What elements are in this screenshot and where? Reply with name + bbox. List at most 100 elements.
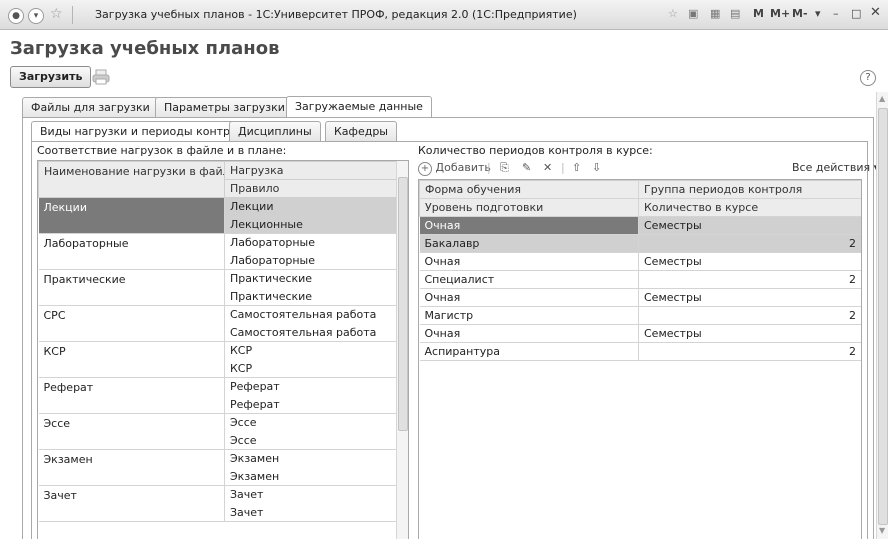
row-name[interactable]: Эссе bbox=[38, 413, 225, 450]
left-scrollbar[interactable] bbox=[396, 161, 408, 539]
table-row[interactable]: Очная Семестры bbox=[419, 216, 861, 235]
window-scroll-thumb[interactable] bbox=[878, 108, 888, 525]
tab-loaded-data[interactable]: Загружаемые данные bbox=[286, 96, 432, 117]
tab-disciplines[interactable]: Дисциплины bbox=[229, 121, 321, 141]
row-load[interactable]: Лабораторные bbox=[224, 233, 397, 252]
row-name[interactable]: Практические bbox=[38, 269, 225, 306]
row-count[interactable]: 2 bbox=[638, 270, 861, 289]
row-load[interactable]: Зачет bbox=[224, 485, 397, 504]
row-rule[interactable]: Эссе bbox=[224, 431, 397, 450]
row-group[interactable]: Семестры bbox=[638, 324, 861, 343]
table-row[interactable]: Лекции Лекции bbox=[38, 197, 397, 234]
row-rule[interactable]: КСР bbox=[224, 359, 397, 378]
row-load[interactable]: Лекции bbox=[224, 197, 397, 216]
load-button[interactable]: Загрузить bbox=[10, 66, 92, 88]
maximize-icon[interactable]: □ bbox=[851, 7, 861, 20]
nav-dropdown-icon[interactable]: ▾ bbox=[28, 8, 44, 24]
add-button[interactable]: + Добавить bbox=[418, 161, 491, 176]
header-rule[interactable]: Правило bbox=[224, 179, 397, 198]
header-period-group[interactable]: Группа периодов контроля bbox=[638, 180, 861, 199]
header-load[interactable]: Нагрузка bbox=[224, 161, 397, 180]
row-count[interactable]: 2 bbox=[638, 342, 861, 361]
window-scrollbar[interactable]: ▲ ▼ bbox=[876, 92, 888, 539]
move-up-icon[interactable]: ⇧ bbox=[572, 161, 581, 174]
row-name[interactable]: Реферат bbox=[38, 377, 225, 414]
row-group[interactable]: Семестры bbox=[638, 288, 861, 307]
row-rule[interactable]: Экзамен bbox=[224, 467, 397, 486]
row-level[interactable]: Магистр bbox=[419, 306, 639, 325]
table-row[interactable]: СРС Самостоятельная работа bbox=[38, 305, 397, 342]
table-row[interactable]: Реферат Реферат bbox=[38, 377, 397, 414]
table-row[interactable]: Очная Семестры bbox=[419, 252, 861, 271]
row-load[interactable]: Экзамен bbox=[224, 449, 397, 468]
table-row[interactable]: Очная Семестры bbox=[419, 324, 861, 343]
row-group[interactable]: Семестры bbox=[638, 252, 861, 271]
row-level[interactable]: Бакалавр bbox=[419, 234, 639, 253]
row-rule[interactable]: Лекционные bbox=[224, 215, 397, 234]
row-rule[interactable]: Практические bbox=[224, 287, 397, 306]
table-row[interactable]: Лабораторные Лабораторные bbox=[38, 233, 397, 270]
table-row[interactable]: Магистр 2 bbox=[419, 306, 861, 325]
move-down-icon[interactable]: ⇩ bbox=[592, 161, 601, 174]
row-count[interactable]: 2 bbox=[638, 234, 861, 253]
delete-icon[interactable]: ✕ bbox=[543, 161, 552, 174]
dropdown-icon[interactable]: ▾ bbox=[815, 7, 821, 20]
row-name[interactable]: Экзамен bbox=[38, 449, 225, 486]
row-form[interactable]: Очная bbox=[419, 252, 639, 271]
table-row[interactable]: Очная Семестры bbox=[419, 288, 861, 307]
row-form[interactable]: Очная bbox=[419, 216, 639, 235]
table-row[interactable]: Аспирантура 2 bbox=[419, 342, 861, 361]
row-load[interactable]: Самостоятельная работа bbox=[224, 305, 397, 324]
print-icon[interactable] bbox=[92, 69, 110, 85]
edit-icon[interactable]: ✎ bbox=[522, 161, 531, 174]
copy-icon[interactable]: ⎘ bbox=[500, 161, 509, 175]
memory-minus-button[interactable]: M- bbox=[792, 7, 808, 20]
favorite-star-icon[interactable]: ☆ bbox=[50, 6, 63, 22]
tab-parameters[interactable]: Параметры загрузки bbox=[155, 97, 294, 117]
row-name[interactable]: КСР bbox=[38, 341, 225, 378]
close-icon[interactable]: ✕ bbox=[870, 5, 881, 20]
row-name[interactable]: Лабораторные bbox=[38, 233, 225, 270]
row-load[interactable]: Реферат bbox=[224, 377, 397, 396]
row-level[interactable]: Аспирантура bbox=[419, 342, 639, 361]
row-rule[interactable]: Реферат bbox=[224, 395, 397, 414]
table-row[interactable]: Специалист 2 bbox=[419, 270, 861, 289]
app-menu-icon[interactable]: ● bbox=[8, 8, 24, 24]
scroll-down-icon[interactable]: ▼ bbox=[879, 526, 885, 535]
scroll-up-icon[interactable]: ▲ bbox=[879, 94, 885, 103]
calendar-icon[interactable]: ▤ bbox=[730, 7, 740, 20]
row-form[interactable]: Очная bbox=[419, 288, 639, 307]
header-study-form[interactable]: Форма обучения bbox=[419, 180, 639, 199]
help-icon[interactable]: ? bbox=[860, 70, 876, 86]
left-scroll-thumb[interactable] bbox=[398, 177, 408, 431]
minimize-icon[interactable]: – bbox=[833, 7, 839, 20]
row-name[interactable]: Лекции bbox=[38, 197, 225, 234]
table-row[interactable]: Эссе Эссе bbox=[38, 413, 397, 450]
tab-files[interactable]: Файлы для загрузки bbox=[22, 97, 159, 117]
row-form[interactable]: Очная bbox=[419, 324, 639, 343]
row-rule[interactable]: Самостоятельная работа bbox=[224, 323, 397, 342]
header-file-load-name[interactable]: Наименование нагрузки в файле bbox=[38, 161, 225, 198]
bookmark-icon[interactable]: ▣ bbox=[688, 7, 698, 20]
row-level[interactable]: Специалист bbox=[419, 270, 639, 289]
table-row[interactable]: Практические Практические bbox=[38, 269, 397, 306]
memory-plus-button[interactable]: M+ bbox=[770, 7, 790, 20]
row-count[interactable]: 2 bbox=[638, 306, 861, 325]
row-name[interactable]: СРС bbox=[38, 305, 225, 342]
tab-departments[interactable]: Кафедры bbox=[325, 121, 397, 141]
calculator-icon[interactable]: ▦ bbox=[710, 7, 720, 20]
row-rule[interactable]: Лабораторные bbox=[224, 251, 397, 270]
row-group[interactable]: Семестры bbox=[638, 216, 861, 235]
table-row[interactable]: Экзамен Экзамен bbox=[38, 449, 397, 486]
row-load[interactable]: Практические bbox=[224, 269, 397, 288]
header-count[interactable]: Количество в курсе bbox=[638, 198, 861, 217]
table-row[interactable]: КСР КСР bbox=[38, 341, 397, 378]
row-rule[interactable]: Зачет bbox=[224, 503, 397, 522]
star-icon[interactable]: ☆ bbox=[668, 7, 678, 20]
row-name[interactable]: Зачет bbox=[38, 485, 225, 522]
row-load[interactable]: КСР bbox=[224, 341, 397, 360]
table-row[interactable]: Бакалавр 2 bbox=[419, 234, 861, 253]
all-actions-menu[interactable]: Все действия ▾ bbox=[792, 161, 879, 174]
row-load[interactable]: Эссе bbox=[224, 413, 397, 432]
header-level[interactable]: Уровень подготовки bbox=[419, 198, 639, 217]
